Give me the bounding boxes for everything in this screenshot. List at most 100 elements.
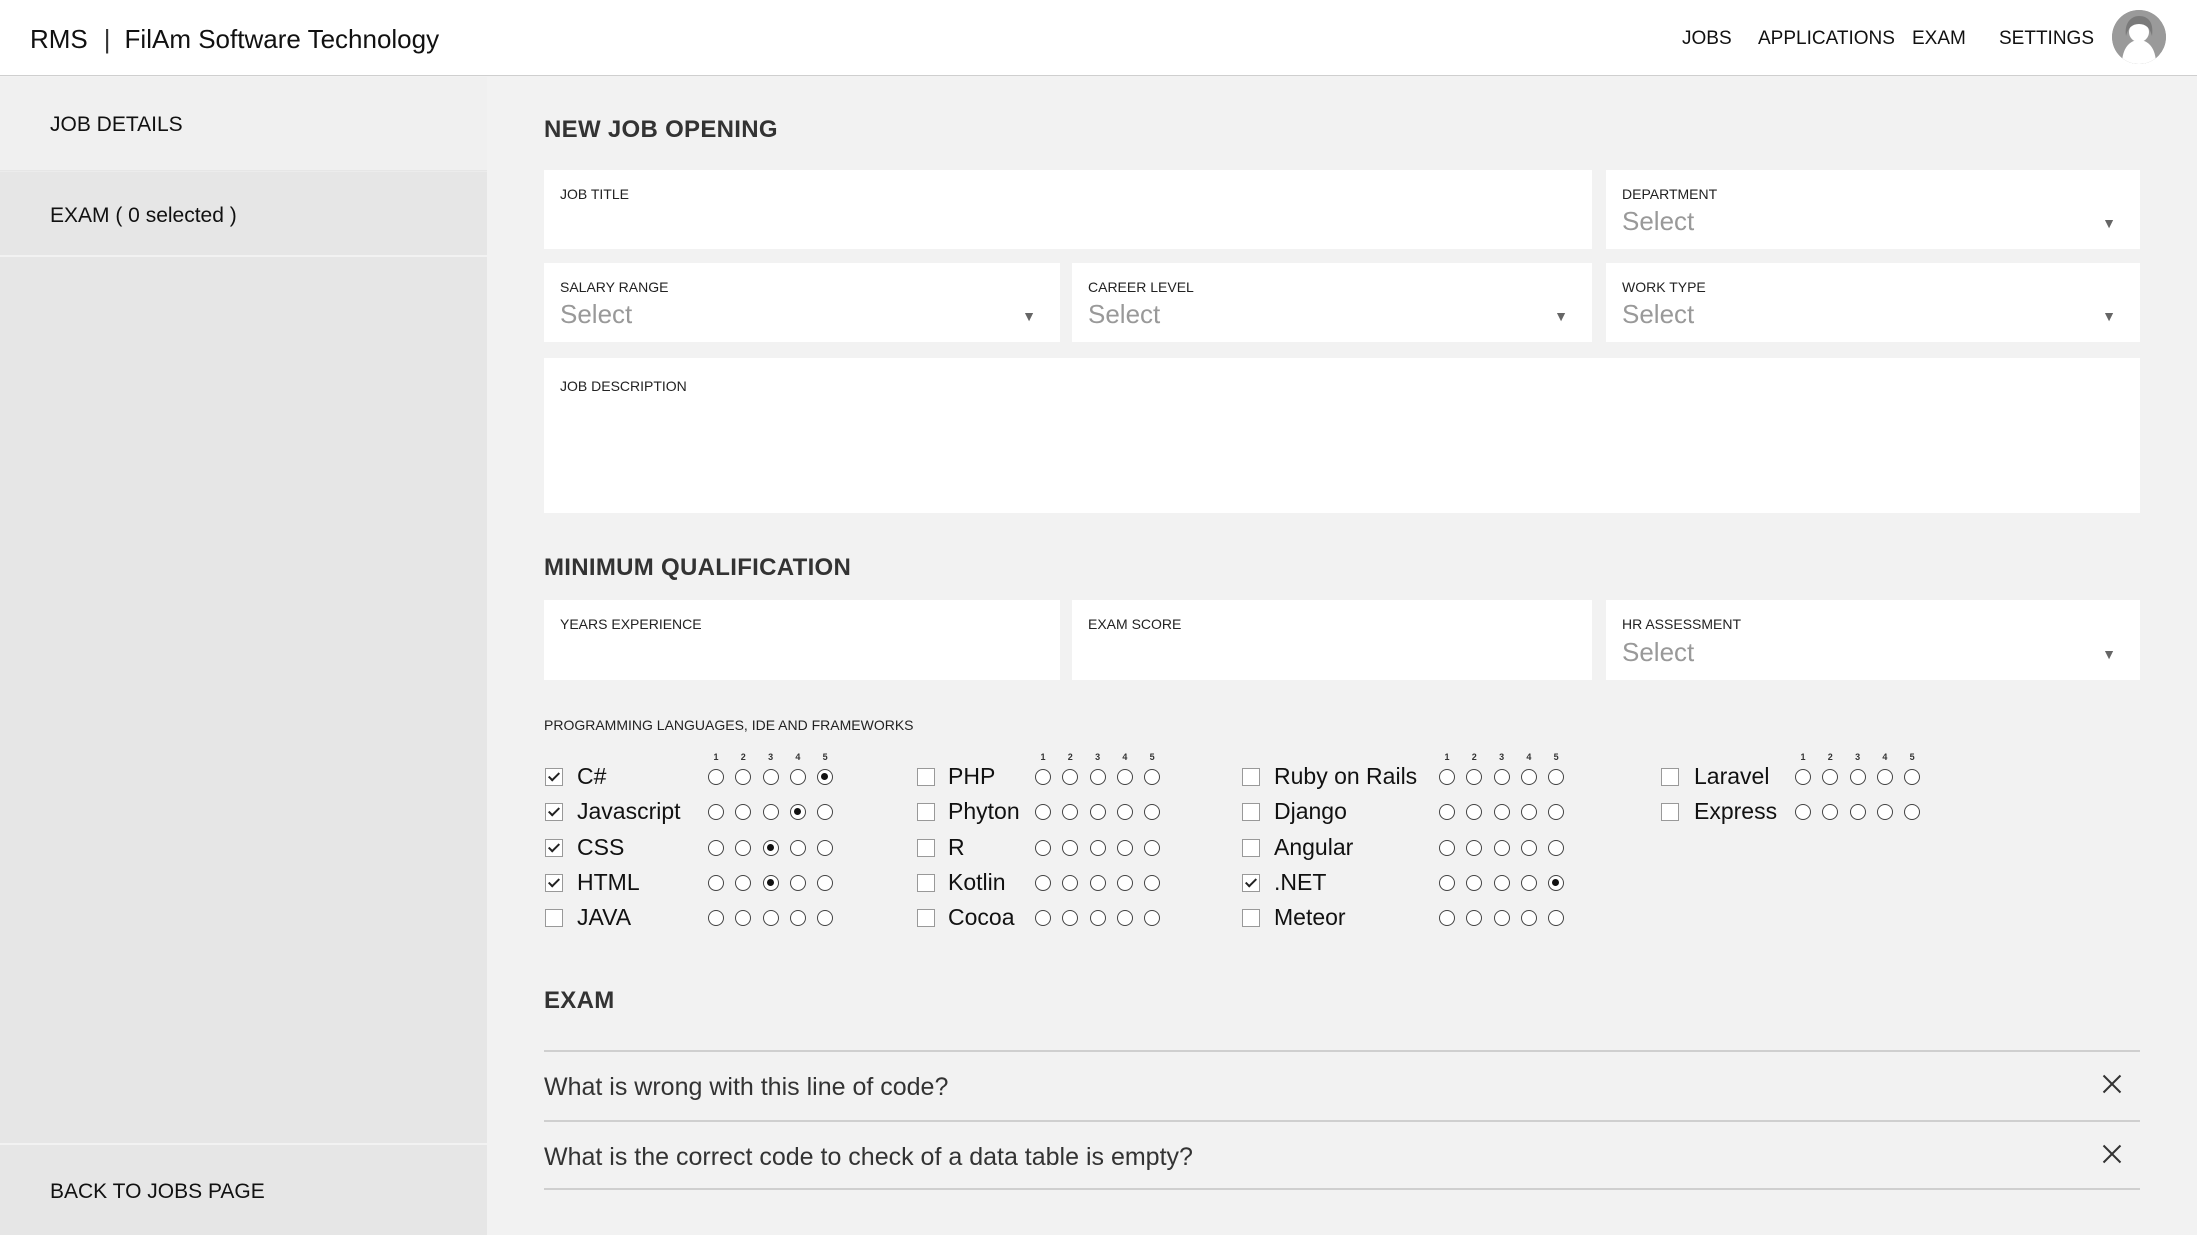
skill-rating-radio[interactable]: [1904, 769, 1921, 785]
close-icon[interactable]: [2102, 1074, 2122, 1094]
skill-checkbox[interactable]: [917, 839, 935, 857]
skill-checkbox[interactable]: [917, 768, 935, 786]
skill-rating-radio[interactable]: [1520, 769, 1537, 785]
skill-rating-radio[interactable]: [1520, 910, 1537, 926]
skill-rating-radio[interactable]: [1876, 769, 1893, 785]
skill-rating-radio[interactable]: [1548, 769, 1565, 785]
skill-rating-radio[interactable]: [1144, 910, 1161, 926]
skill-rating-radio[interactable]: [1035, 910, 1051, 926]
skill-rating-radio[interactable]: [1439, 804, 1455, 820]
skill-rating-radio[interactable]: [762, 910, 779, 926]
hr-assessment-select[interactable]: HR ASSESSMENT Select ▼: [1606, 600, 2140, 680]
skill-checkbox[interactable]: [545, 874, 563, 892]
skill-rating-radio[interactable]: [762, 804, 779, 820]
skill-checkbox[interactable]: [1242, 768, 1260, 786]
skill-rating-radio[interactable]: [789, 875, 806, 891]
skill-rating-radio[interactable]: [1062, 804, 1079, 820]
skill-rating-radio[interactable]: [1876, 804, 1893, 820]
skill-rating-radio[interactable]: [1466, 875, 1483, 891]
job-description-field[interactable]: JOB DESCRIPTION: [544, 358, 2140, 513]
skill-rating-radio[interactable]: [1520, 875, 1537, 891]
skill-rating-radio[interactable]: [1089, 840, 1106, 856]
sidebar-item-exam[interactable]: EXAM ( 0 selected ): [0, 171, 487, 257]
skill-rating-radio[interactable]: [1144, 875, 1161, 891]
exam-score-field[interactable]: EXAM SCORE: [1072, 600, 1592, 680]
department-select[interactable]: DEPARTMENT Select ▼: [1606, 170, 2140, 249]
skill-rating-radio[interactable]: [1116, 875, 1133, 891]
close-icon[interactable]: [2102, 1144, 2122, 1164]
skill-rating-radio[interactable]: [817, 840, 834, 856]
skill-rating-radio[interactable]: [1822, 804, 1839, 820]
nav-applications[interactable]: APPLICATIONS: [1758, 28, 1895, 50]
skill-checkbox[interactable]: [545, 909, 563, 927]
skill-rating-radio[interactable]: [1144, 804, 1161, 820]
skill-rating-radio[interactable]: [1493, 840, 1510, 856]
skill-rating-radio[interactable]: [1795, 769, 1811, 785]
skill-rating-radio[interactable]: [1822, 769, 1839, 785]
skill-rating-radio[interactable]: [1089, 804, 1106, 820]
skill-rating-radio[interactable]: [762, 875, 779, 891]
skill-checkbox[interactable]: [1242, 909, 1260, 927]
skill-rating-radio[interactable]: [1849, 769, 1866, 785]
nav-jobs[interactable]: JOBS: [1682, 28, 1732, 50]
skill-rating-radio[interactable]: [735, 875, 752, 891]
skill-rating-radio[interactable]: [789, 910, 806, 926]
skill-rating-radio[interactable]: [817, 875, 834, 891]
skill-rating-radio[interactable]: [1116, 769, 1133, 785]
skill-rating-radio[interactable]: [1035, 875, 1051, 891]
skill-rating-radio[interactable]: [1062, 875, 1079, 891]
skill-rating-radio[interactable]: [1062, 910, 1079, 926]
skill-rating-radio[interactable]: [1439, 840, 1455, 856]
skill-rating-radio[interactable]: [1116, 840, 1133, 856]
skill-rating-radio[interactable]: [1144, 840, 1161, 856]
skill-rating-radio[interactable]: [1062, 769, 1079, 785]
skill-rating-radio[interactable]: [1144, 769, 1161, 785]
skill-checkbox[interactable]: [917, 909, 935, 927]
work-type-select[interactable]: WORK TYPE Select ▼: [1606, 263, 2140, 342]
skill-rating-radio[interactable]: [735, 804, 752, 820]
skill-checkbox[interactable]: [545, 839, 563, 857]
skill-rating-radio[interactable]: [735, 840, 752, 856]
skill-rating-radio[interactable]: [735, 910, 752, 926]
skill-rating-radio[interactable]: [1548, 840, 1565, 856]
skill-rating-radio[interactable]: [1520, 804, 1537, 820]
skill-rating-radio[interactable]: [735, 769, 752, 785]
skill-rating-radio[interactable]: [1062, 840, 1079, 856]
sidebar-item-job-details[interactable]: JOB DETAILS: [0, 77, 487, 170]
skill-rating-radio[interactable]: [1548, 875, 1565, 891]
skill-checkbox[interactable]: [1242, 839, 1260, 857]
skill-rating-radio[interactable]: [762, 840, 779, 856]
skill-checkbox[interactable]: [917, 874, 935, 892]
skill-rating-radio[interactable]: [1493, 875, 1510, 891]
skill-rating-radio[interactable]: [1439, 910, 1455, 926]
skill-rating-radio[interactable]: [1116, 804, 1133, 820]
skill-rating-radio[interactable]: [789, 769, 806, 785]
skill-rating-radio[interactable]: [1520, 840, 1537, 856]
skill-rating-radio[interactable]: [708, 910, 724, 926]
skill-rating-radio[interactable]: [789, 840, 806, 856]
skill-checkbox[interactable]: [545, 768, 563, 786]
skill-rating-radio[interactable]: [1493, 804, 1510, 820]
skill-rating-radio[interactable]: [1089, 769, 1106, 785]
skill-rating-radio[interactable]: [1493, 769, 1510, 785]
skill-rating-radio[interactable]: [1849, 804, 1866, 820]
skill-rating-radio[interactable]: [1795, 804, 1811, 820]
skill-rating-radio[interactable]: [1089, 875, 1106, 891]
skill-rating-radio[interactable]: [708, 769, 724, 785]
skill-rating-radio[interactable]: [1439, 769, 1455, 785]
skill-rating-radio[interactable]: [1116, 910, 1133, 926]
skill-checkbox[interactable]: [545, 803, 563, 821]
skill-rating-radio[interactable]: [817, 804, 834, 820]
skill-rating-radio[interactable]: [708, 875, 724, 891]
skill-rating-radio[interactable]: [708, 804, 724, 820]
skill-checkbox[interactable]: [1242, 803, 1260, 821]
nav-settings[interactable]: SETTINGS: [1999, 28, 2094, 50]
skill-checkbox[interactable]: [917, 803, 935, 821]
skill-checkbox[interactable]: [1242, 874, 1260, 892]
skill-checkbox[interactable]: [1661, 803, 1679, 821]
skill-rating-radio[interactable]: [1439, 875, 1455, 891]
skill-rating-radio[interactable]: [1548, 804, 1565, 820]
skill-rating-radio[interactable]: [1035, 769, 1051, 785]
skill-rating-radio[interactable]: [1035, 804, 1051, 820]
skill-rating-radio[interactable]: [1548, 910, 1565, 926]
